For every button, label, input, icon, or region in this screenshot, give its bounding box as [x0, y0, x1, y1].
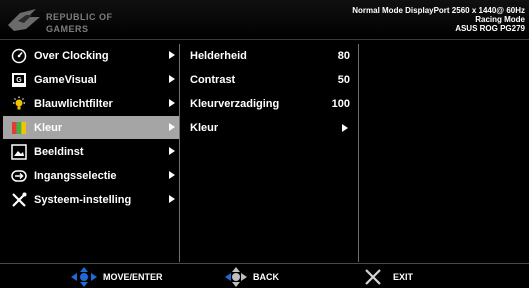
chevron-right-icon	[169, 171, 175, 179]
sub-item-kleur[interactable]: Kleur	[184, 116, 358, 140]
svg-text:G: G	[16, 77, 22, 84]
menu-label: Ingangsselectie	[34, 169, 117, 182]
image-icon	[10, 143, 28, 161]
tools-icon	[10, 191, 28, 209]
detail-pane	[363, 44, 529, 262]
sub-item-value: 80	[337, 50, 350, 62]
menu-item-over-clocking[interactable]: Over Clocking	[3, 44, 179, 67]
footer-exit: EXIT	[363, 264, 413, 288]
sub-menu: Helderheid 80 Contrast 50 Kleurverzadigi…	[184, 44, 359, 262]
footer-exit-label: EXIT	[393, 271, 414, 282]
status-line-1: Normal Mode DisplayPort 2560 x 1440@ 60H…	[352, 6, 525, 15]
sub-item-contrast[interactable]: Contrast 50	[184, 68, 358, 92]
menu-item-gamevisual[interactable]: G GameVisual	[3, 68, 179, 91]
menu-label: GameVisual	[34, 73, 97, 86]
menu-label: Kleur	[34, 121, 63, 134]
menu-item-systeem-instelling[interactable]: Systeem-instelling	[3, 188, 179, 211]
menu-label: Blauwlichtfilter	[34, 97, 113, 110]
footer-move-label: MOVE/ENTER	[103, 271, 163, 282]
gamevisual-icon: G	[10, 71, 28, 89]
menu-item-kleur[interactable]: Kleur	[3, 116, 179, 139]
chevron-right-icon	[169, 147, 175, 155]
logo-text-line1: REPUBLIC OF	[46, 12, 113, 22]
chevron-right-icon	[342, 124, 348, 132]
chevron-right-icon	[169, 123, 175, 131]
joystick-icon	[71, 266, 97, 287]
sub-item-helderheid[interactable]: Helderheid 80	[184, 44, 358, 68]
menu-label: Systeem-instelling	[34, 193, 132, 206]
sub-item-value: 100	[331, 98, 350, 110]
joystick-back-icon	[225, 266, 247, 287]
footer-back-label: BACK	[253, 271, 279, 282]
logo-text-line2: GAMERS	[46, 24, 89, 34]
status-line-2: Racing Mode	[475, 15, 525, 24]
osd-header: REPUBLIC OF GAMERS Normal Mode DisplayPo…	[0, 0, 529, 40]
footer-back: BACK	[224, 264, 279, 288]
gauge-icon	[10, 47, 28, 65]
color-icon	[10, 119, 28, 137]
sub-item-kleurverzadiging[interactable]: Kleurverzadiging 100	[184, 92, 358, 116]
menu-label: Beeldinst	[34, 145, 84, 158]
status-line-3: ASUS ROG PG279	[455, 24, 525, 33]
chevron-right-icon	[169, 99, 175, 107]
sub-item-label: Contrast	[190, 74, 236, 86]
status-info: Normal Mode DisplayPort 2560 x 1440@ 60H…	[352, 6, 525, 33]
menu-item-beeldinst[interactable]: Beeldinst	[3, 140, 179, 163]
chevron-right-icon	[169, 75, 175, 83]
footer-move-enter: MOVE/ENTER	[70, 264, 163, 288]
main-menu: Over Clocking G GameVisual Blauwlichtfil…	[3, 44, 180, 262]
menu-item-blauwlichtfilter[interactable]: Blauwlichtfilter	[3, 92, 179, 115]
chevron-right-icon	[169, 51, 175, 59]
input-icon	[10, 167, 28, 185]
sub-item-label: Helderheid	[190, 50, 247, 62]
rog-logo: REPUBLIC OF GAMERS	[6, 3, 156, 37]
menu-label: Over Clocking	[34, 49, 109, 62]
sub-item-label: Kleur	[190, 122, 219, 134]
chevron-right-icon	[169, 195, 175, 203]
osd-menu: REPUBLIC OF GAMERS Normal Mode DisplayPo…	[0, 0, 529, 288]
rog-eye-icon	[8, 9, 40, 31]
exit-x-icon	[365, 268, 381, 285]
sub-item-value: 50	[337, 74, 350, 86]
osd-footer: MOVE/ENTER BACK EXIT	[0, 263, 529, 288]
menu-item-ingangsselectie[interactable]: Ingangsselectie	[3, 164, 179, 187]
sub-item-label: Kleurverzadiging	[190, 98, 280, 110]
lightbulb-icon	[10, 95, 28, 113]
